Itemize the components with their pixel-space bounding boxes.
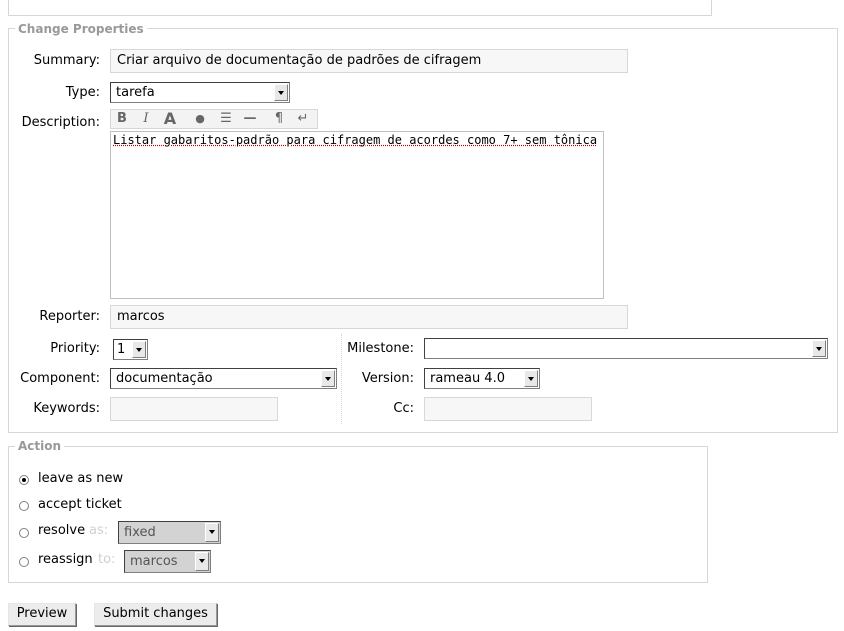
chevron-down-icon: [524, 370, 538, 387]
summary-label: Summary:: [33, 53, 100, 68]
component-select[interactable]: documentação: [110, 368, 337, 389]
reassign-owner-value: marcos: [130, 554, 178, 569]
resolve-as-label: as:: [89, 523, 109, 538]
milestone-label: Milestone:: [347, 341, 414, 356]
priority-select-value: 1: [117, 342, 126, 357]
chevron-down-icon: [205, 523, 219, 542]
heading-icon[interactable]: A: [159, 111, 181, 127]
keywords-label: Keywords:: [33, 401, 100, 416]
leave-as-new-label[interactable]: leave as new: [38, 471, 123, 486]
resolve-resolution-value: fixed: [124, 525, 156, 540]
version-select-value: rameau 4.0: [430, 371, 505, 386]
type-select[interactable]: tarefa: [110, 82, 290, 103]
code-block-icon[interactable]: ☰: [215, 111, 237, 127]
summary-input[interactable]: Criar arquivo de documentação de padrões…: [110, 49, 628, 73]
component-select-value: documentação: [116, 371, 213, 386]
milestone-select[interactable]: [424, 338, 828, 359]
resolve-label[interactable]: resolve: [38, 523, 85, 538]
line-break-icon[interactable]: ↵: [292, 111, 314, 127]
action-legend: Action: [15, 439, 65, 453]
priority-select[interactable]: 1: [113, 339, 148, 360]
chevron-down-icon: [132, 341, 146, 358]
cc-label: Cc:: [393, 401, 414, 416]
change-properties-legend: Change Properties: [15, 22, 147, 36]
horizontal-rule-icon[interactable]: —: [239, 111, 261, 127]
component-label: Component:: [20, 371, 100, 386]
type-label: Type:: [65, 85, 100, 100]
type-select-value: tarefa: [116, 85, 155, 100]
bold-icon[interactable]: B: [111, 111, 133, 127]
resolve-resolution-select[interactable]: fixed: [118, 521, 221, 544]
chevron-down-icon: [195, 552, 209, 571]
reassign-to-label: to:: [98, 552, 116, 567]
paragraph-icon[interactable]: ¶: [268, 111, 290, 127]
italic-icon[interactable]: I: [135, 111, 157, 127]
reassign-radio[interactable]: [19, 557, 29, 567]
version-select[interactable]: rameau 4.0: [424, 368, 540, 389]
reporter-input[interactable]: marcos: [110, 305, 628, 329]
reassign-owner-select[interactable]: marcos: [124, 550, 211, 573]
reassign-label[interactable]: reassign: [38, 552, 93, 567]
chevron-down-icon: [812, 340, 826, 357]
version-label: Version:: [361, 371, 414, 386]
wiki-toolbar: B I A ● ☰ — ¶ ↵: [110, 109, 318, 129]
preview-button[interactable]: Preview: [8, 603, 76, 626]
description-label: Description:: [21, 115, 100, 130]
resolve-radio[interactable]: [19, 528, 29, 538]
chevron-down-icon: [274, 84, 288, 101]
keywords-input[interactable]: [110, 397, 278, 421]
accept-ticket-label[interactable]: accept ticket: [38, 497, 122, 512]
accept-ticket-radio[interactable]: [19, 501, 29, 511]
link-icon[interactable]: ●: [189, 111, 211, 127]
cc-input[interactable]: [424, 397, 592, 421]
submit-changes-button[interactable]: Submit changes: [94, 603, 217, 626]
description-text: Listar gabaritos-padrão para cifragem de…: [113, 133, 598, 147]
reporter-label: Reporter:: [39, 309, 100, 324]
leave-as-new-radio[interactable]: [19, 475, 29, 485]
priority-label: Priority:: [50, 341, 100, 356]
previous-section-box: [8, 0, 712, 16]
description-textarea[interactable]: Listar gabaritos-padrão para cifragem de…: [110, 131, 604, 299]
